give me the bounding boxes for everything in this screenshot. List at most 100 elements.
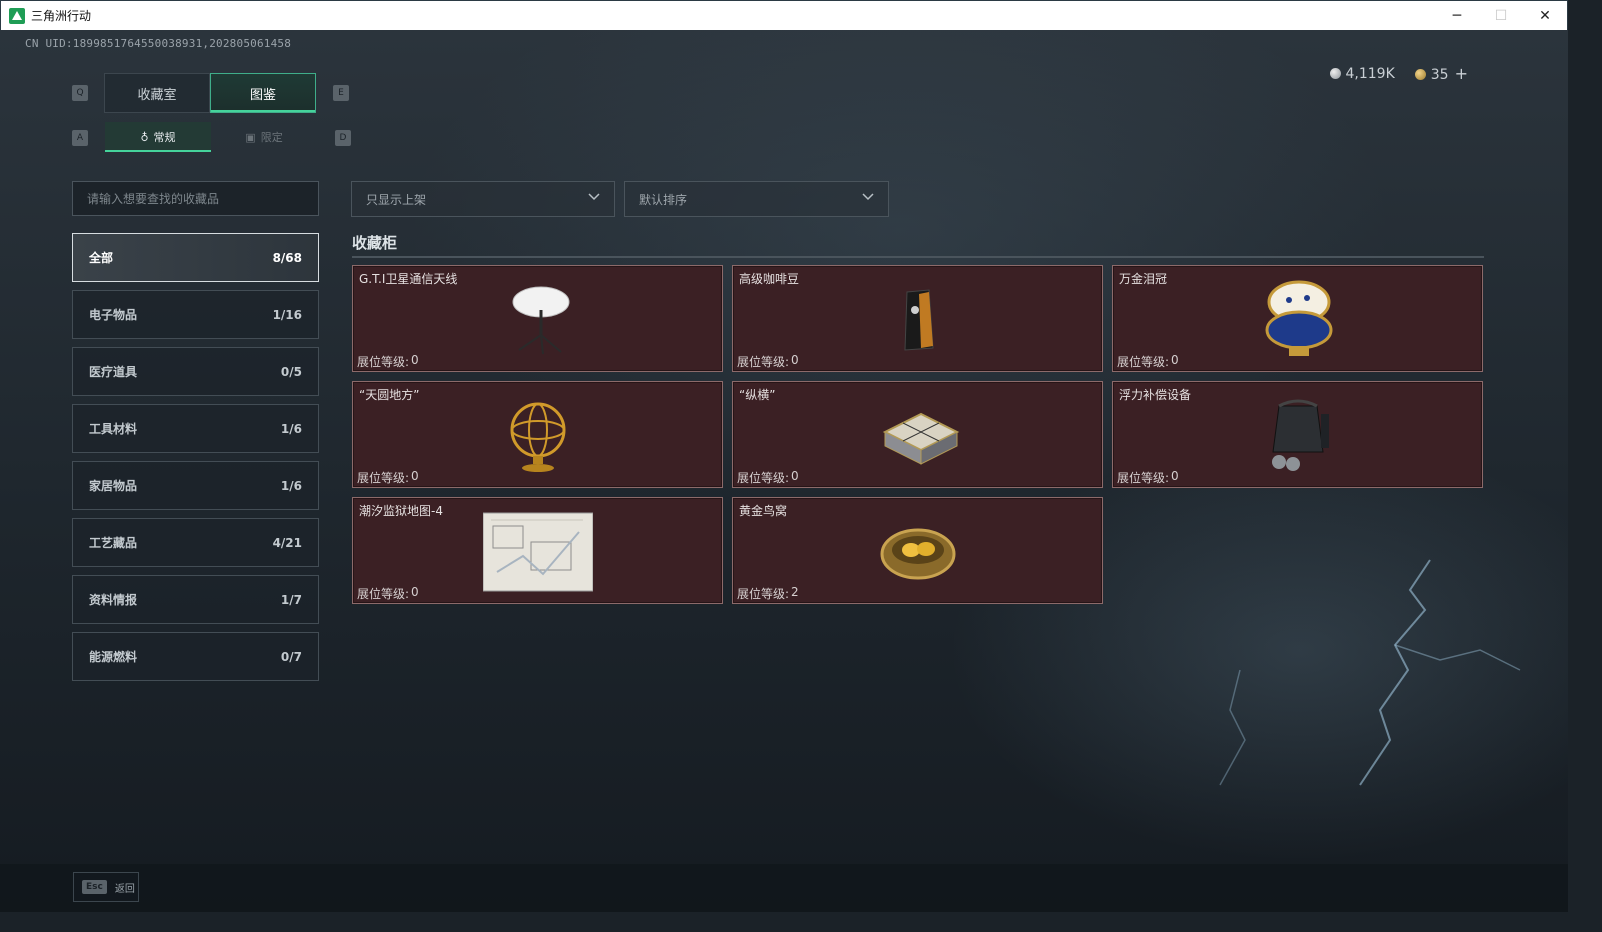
level-label: 展位等级: (737, 587, 790, 601)
armillary-sphere-icon (510, 402, 565, 472)
shelf-filter-value: 只显示上架 (366, 192, 427, 207)
silver-coin-icon (1329, 67, 1341, 79)
item-name: 潮汐监狱地图-4 (359, 504, 443, 518)
app-logo-icon (9, 7, 25, 24)
key-hint-e: E (333, 85, 349, 101)
item-card[interactable]: “纵横” 展位等级: 0 (732, 381, 1103, 488)
level-value: 0 (791, 353, 799, 367)
level-label: 展位等级: (357, 587, 410, 601)
level-value: 0 (1171, 353, 1179, 367)
add-currency-button[interactable]: + (1455, 64, 1468, 83)
lightning-decoration (1219, 559, 1521, 786)
section-divider (352, 256, 1484, 258)
category-label: 工艺藏品 (89, 536, 138, 550)
tab-collection-room[interactable]: 收藏室 (104, 73, 210, 113)
shelf-filter-dropdown[interactable]: 只显示上架 (351, 181, 615, 217)
minimize-button[interactable]: ─ (1435, 1, 1479, 31)
category-tools[interactable]: 工具材料 1/6 (72, 404, 319, 453)
item-card[interactable]: “天圆地方” 展位等级: 0 (352, 381, 723, 488)
category-household[interactable]: 家居物品 1/6 (72, 461, 319, 510)
chess-box-icon (882, 412, 959, 465)
back-button[interactable]: Esc 返回 (73, 872, 139, 902)
category-label: 工具材料 (89, 422, 138, 436)
window-title: 三角洲行动 (31, 9, 92, 23)
category-count: 1/6 (280, 478, 302, 493)
item-card[interactable]: 万金泪冠 展位等级: 0 (1112, 265, 1483, 372)
window-controls: ─ ☐ ✕ (1435, 1, 1567, 31)
category-all[interactable]: 全部 8/68 (72, 233, 319, 282)
level-label: 展位等级: (737, 471, 790, 485)
category-label: 家居物品 (89, 479, 138, 493)
category-intel[interactable]: 资料情报 1/7 (72, 575, 319, 624)
gold-currency: 35 + (1414, 64, 1468, 83)
sub-tabs: ♁ 常规 ▣ 限定 (105, 122, 317, 152)
subtab-regular[interactable]: ♁ 常规 (105, 122, 211, 152)
maximize-button[interactable]: ☐ (1479, 1, 1523, 31)
key-hint-d: D (335, 130, 351, 146)
category-fuel[interactable]: 能源燃料 0/7 (72, 632, 319, 681)
item-card[interactable]: 浮力补偿设备 展位等级: 0 (1112, 381, 1483, 488)
level-value: 0 (1171, 469, 1179, 483)
sort-value: 默认排序 (639, 192, 688, 207)
silver-amount: 4,119K (1345, 65, 1395, 82)
level-label: 展位等级: (1117, 355, 1170, 369)
golden-nest-icon (880, 528, 955, 580)
level-label: 展位等级: (357, 355, 410, 369)
item-name: 黄金鸟窝 (739, 504, 788, 518)
item-level: 展位等级: 0 (737, 469, 799, 486)
subtab-limited[interactable]: ▣ 限定 (211, 122, 317, 152)
item-name: “天圆地方” (359, 388, 420, 402)
category-label: 医疗道具 (89, 365, 138, 379)
category-electronics[interactable]: 电子物品 1/16 (72, 290, 319, 339)
item-level: 展位等级: 2 (737, 585, 799, 602)
item-level: 展位等级: 0 (357, 353, 419, 370)
title-bar: 三角洲行动 ─ ☐ ✕ (0, 0, 1568, 30)
category-label: 资料情报 (89, 593, 138, 607)
satellite-dish-icon (512, 286, 569, 355)
item-name: 浮力补偿设备 (1119, 388, 1192, 402)
key-hint-a: A (72, 130, 88, 146)
bottle-icon: ♁ (140, 130, 149, 144)
level-label: 展位等级: (357, 471, 410, 485)
category-count: 1/7 (280, 592, 302, 607)
key-hint-q: Q (72, 85, 88, 101)
level-value: 0 (411, 469, 419, 483)
item-level: 展位等级: 0 (1117, 469, 1179, 486)
map-icon (482, 512, 593, 592)
coffee-bag-icon (903, 289, 934, 351)
item-card[interactable]: G.T.I卫星通信天线 展位等级: 0 (352, 265, 723, 372)
search-input[interactable] (72, 181, 319, 216)
level-value: 0 (411, 585, 419, 599)
item-card[interactable]: 黄金鸟窝 展位等级: 2 (732, 497, 1103, 604)
category-crafts[interactable]: 工艺藏品 4/21 (72, 518, 319, 567)
close-button[interactable]: ✕ (1523, 1, 1567, 31)
key-hint-esc: Esc (82, 880, 107, 894)
category-medical[interactable]: 医疗道具 0/5 (72, 347, 319, 396)
currency-bar: 4,119K 35 + (1329, 64, 1468, 83)
category-count: 1/16 (272, 307, 302, 322)
item-card[interactable]: 高级咖啡豆 展位等级: 0 (732, 265, 1103, 372)
gold-coin-icon (1414, 69, 1426, 80)
level-label: 展位等级: (737, 355, 790, 369)
item-level: 展位等级: 0 (737, 353, 799, 370)
chevron-down-icon (588, 193, 600, 201)
item-card[interactable]: 潮汐监狱地图-4 展位等级: 0 (352, 497, 723, 604)
subtab-regular-label: 常规 (153, 131, 176, 144)
bottom-bar (0, 864, 1568, 912)
item-level: 展位等级: 0 (357, 585, 419, 602)
category-count: 8/68 (272, 250, 302, 265)
frame-icon: ▣ (245, 130, 256, 144)
item-level: 展位等级: 0 (357, 469, 419, 486)
jeweled-egg-icon (1265, 280, 1332, 356)
subtab-limited-label: 限定 (260, 131, 283, 144)
tab-catalog[interactable]: 图鉴 (210, 73, 316, 113)
category-list: 全部 8/68 电子物品 1/16 医疗道具 0/5 工具材料 1/6 家居物品 1/6 … (72, 233, 319, 689)
back-label: 返回 (114, 883, 135, 895)
level-label: 展位等级: (1117, 471, 1170, 485)
main-tabs: 收藏室 图鉴 (104, 73, 316, 113)
gold-amount: 35 (1430, 67, 1449, 83)
level-value: 0 (411, 353, 419, 367)
sort-dropdown[interactable]: 默认排序 (624, 181, 889, 217)
item-name: 万金泪冠 (1119, 272, 1168, 286)
category-count: 0/5 (280, 364, 302, 379)
